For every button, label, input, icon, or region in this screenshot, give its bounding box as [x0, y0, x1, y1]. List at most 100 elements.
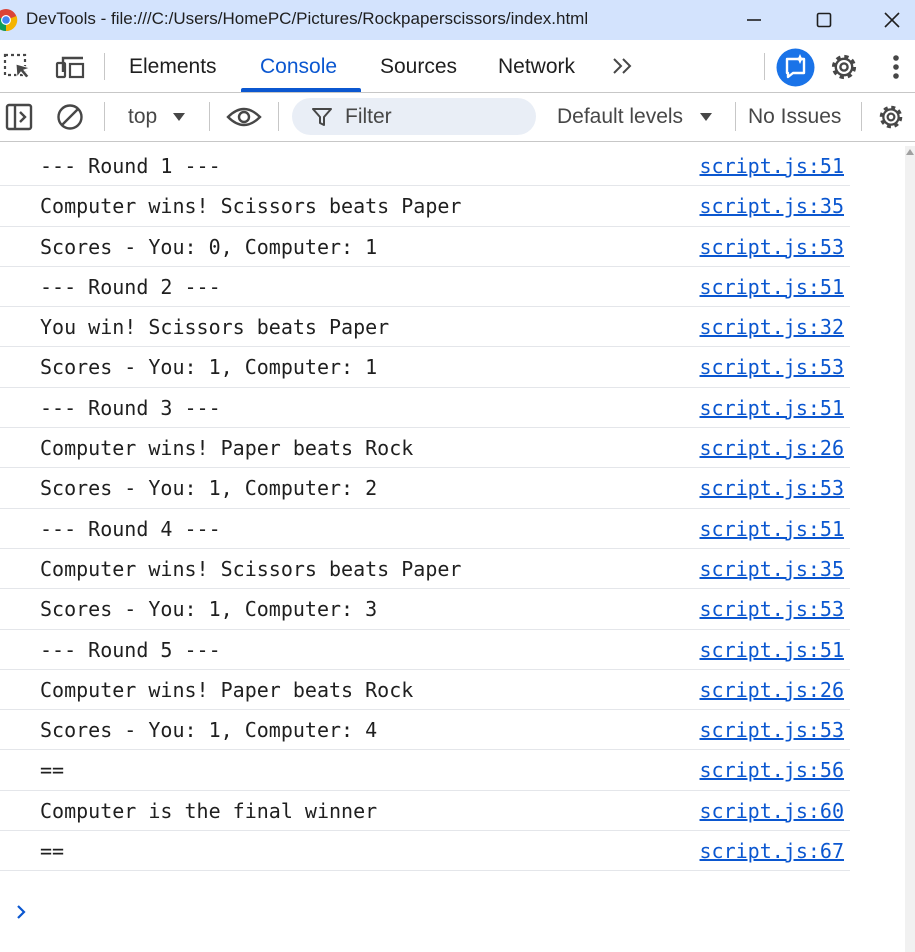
tab-network[interactable]: Network [498, 40, 575, 92]
console-message: Scores - You: 0, Computer: 1 script.js:53 [0, 227, 850, 267]
source-link[interactable]: script.js:67 [700, 839, 845, 863]
console-toolbar: top Filter Default levels No Issues [0, 93, 915, 142]
message-text: Computer wins! Paper beats Rock [40, 677, 414, 702]
console-message: Computer wins! Paper beats Rock script.js… [0, 670, 850, 711]
console-message: --- Round 4 --- script.js:51 [0, 509, 850, 549]
source-link[interactable]: script.js:51 [700, 275, 845, 299]
source-link[interactable]: script.js:26 [700, 678, 845, 702]
message-text: Scores - You: 0, Computer: 1 [40, 234, 378, 259]
message-text: Scores - You: 1, Computer: 1 [40, 355, 378, 380]
console-message: --- Round 5 --- script.js:51 [0, 630, 850, 670]
dropdown-arrow-icon [700, 113, 712, 121]
source-link[interactable]: script.js:26 [700, 436, 845, 460]
filter-icon [312, 108, 332, 126]
window-title: DevTools - file:///C:/Users/HomePC/Pictu… [26, 9, 589, 28]
active-tab-indicator [241, 88, 361, 92]
console-message: --- Round 2 --- script.js:51 [0, 267, 850, 308]
message-text: --- Round 1 --- [40, 154, 221, 178]
console-prompt[interactable] [14, 902, 28, 927]
source-link[interactable]: script.js:51 [700, 638, 845, 662]
source-link[interactable]: script.js:53 [700, 718, 845, 742]
console-message: You win! Scissors beats Paper script.js:3… [0, 307, 850, 348]
settings-icon [831, 54, 857, 80]
console-message: Scores - You: 1, Computer: 2 script.js:53 [0, 468, 850, 509]
settings-button[interactable] [828, 51, 860, 83]
filter-input[interactable]: Filter [292, 98, 536, 135]
console-message: == script.js:56 [0, 750, 850, 791]
source-link[interactable]: script.js:56 [700, 758, 845, 782]
message-text: Scores - You: 1, Computer: 2 [40, 476, 378, 501]
clear-console-icon [57, 104, 83, 130]
ai-assistant-icon [776, 48, 815, 87]
title-bar: DevTools - file:///C:/Users/HomePC/Pictu… [0, 0, 915, 40]
source-link[interactable]: script.js:53 [700, 235, 845, 259]
sidebar-toggle-icon [5, 103, 33, 131]
message-text: You win! Scissors beats Paper [40, 315, 390, 340]
minimize-button[interactable] [724, 0, 784, 40]
console-settings-button[interactable] [876, 102, 906, 132]
source-link[interactable]: script.js:53 [700, 476, 845, 500]
scrollbar[interactable] [905, 146, 915, 952]
source-link[interactable]: script.js:53 [700, 355, 845, 379]
close-button[interactable] [862, 0, 915, 40]
kebab-menu-icon [893, 55, 899, 79]
scroll-up-arrow-icon[interactable] [906, 148, 914, 156]
more-tabs-icon [613, 58, 632, 74]
console-message: Computer wins! Scissors beats Paper scrip… [0, 549, 850, 590]
message-text: Computer wins! Scissors beats Paper [40, 556, 462, 581]
message-text: Scores - You: 1, Computer: 3 [40, 597, 378, 622]
log-levels-dropdown[interactable]: Default levels [556, 93, 718, 141]
source-link[interactable]: script.js:32 [700, 315, 845, 339]
console-message: Scores - You: 1, Computer: 4 script.js:53 [0, 710, 850, 751]
message-text: Computer is the final winner [40, 798, 378, 823]
message-text: == [40, 758, 65, 783]
more-tabs-button[interactable] [610, 54, 636, 78]
sidebar-toggle-button[interactable] [4, 102, 34, 132]
message-text: --- Round 2 --- [40, 274, 221, 299]
source-link[interactable]: script.js:35 [700, 194, 845, 218]
device-toolbar-button[interactable] [54, 52, 88, 80]
filter-placeholder: Filter [345, 105, 392, 128]
context-label: top [128, 105, 158, 128]
console-message: Computer wins! Paper beats Rock script.js… [0, 428, 850, 469]
console-message: == script.js:67 [0, 831, 850, 872]
clear-console-button[interactable] [55, 102, 85, 132]
console-message: --- Round 1 --- script.js:51 [0, 146, 850, 187]
console-message: --- Round 3 --- script.js:51 [0, 388, 850, 429]
message-text: Scores - You: 1, Computer: 4 [40, 718, 378, 743]
live-expression-button[interactable] [225, 102, 263, 132]
message-text: == [40, 839, 65, 864]
tab-sources[interactable]: Sources [380, 40, 457, 92]
minimize-icon [747, 19, 761, 21]
chevron-right-icon [17, 905, 26, 919]
context-selector[interactable]: top [128, 93, 190, 141]
message-text: --- Round 4 --- [40, 516, 221, 541]
ai-assistant-button[interactable] [776, 48, 815, 87]
kebab-menu-button[interactable] [885, 52, 907, 82]
settings-icon [879, 105, 903, 129]
issues-counter[interactable]: No Issues [748, 105, 841, 129]
source-link[interactable]: script.js:53 [700, 597, 845, 621]
source-link[interactable]: script.js:60 [700, 799, 845, 823]
close-icon [884, 12, 900, 28]
source-link[interactable]: script.js:35 [700, 557, 845, 581]
tab-elements[interactable]: Elements [129, 40, 217, 92]
dropdown-arrow-icon [173, 113, 185, 121]
message-text: Computer wins! Paper beats Rock [40, 436, 414, 461]
source-link[interactable]: script.js:51 [700, 517, 845, 541]
source-link[interactable]: script.js:51 [700, 154, 845, 178]
console-message: Computer wins! Scissors beats Paper scrip… [0, 186, 850, 227]
log-levels-label: Default levels [557, 105, 684, 128]
message-text: --- Round 5 --- [40, 637, 221, 662]
message-text: --- Round 3 --- [40, 395, 221, 420]
chrome-logo [0, 9, 18, 32]
message-text: Computer wins! Scissors beats Paper [40, 194, 462, 219]
device-toolbar-icon [55, 56, 85, 79]
maximize-button[interactable] [794, 0, 854, 40]
source-link[interactable]: script.js:51 [700, 396, 845, 420]
inspect-element-button[interactable] [2, 52, 34, 80]
console-message: Scores - You: 1, Computer: 3 script.js:53 [0, 589, 850, 630]
eye-icon [226, 107, 262, 127]
tab-console[interactable]: Console [260, 40, 337, 92]
console-message: Scores - You: 1, Computer: 1 script.js:53 [0, 347, 850, 388]
